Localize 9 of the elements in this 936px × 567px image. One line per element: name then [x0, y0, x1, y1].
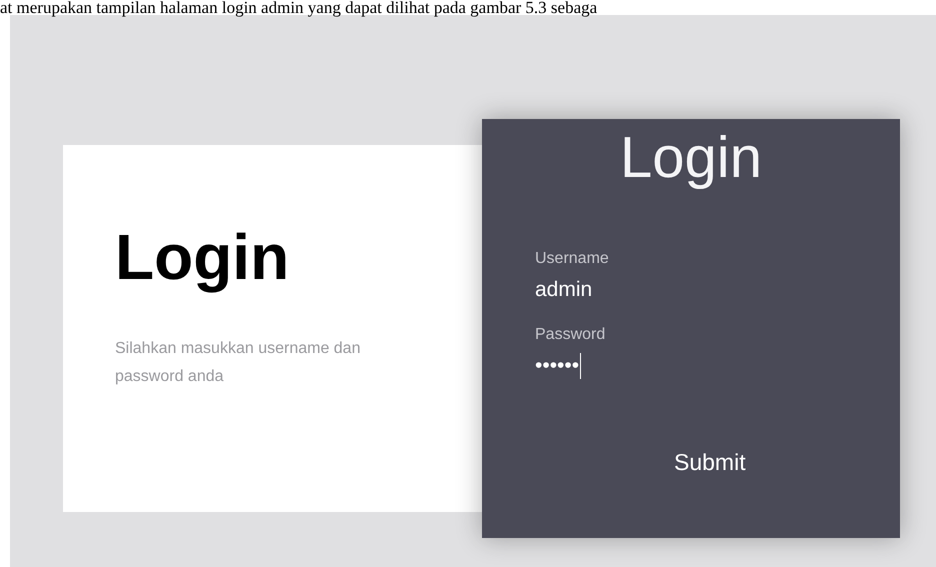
login-title: Login	[619, 125, 763, 191]
input-field[interactable]: ••••••	[535, 353, 582, 379]
intro-description: Silahkan masukkan username dan password anda	[115, 339, 362, 387]
intro-title: Login	[115, 220, 290, 295]
document-text: at merupakan tampilan halaman login admin yang dapat dilihat pada gambar 5.3 sebaga	[0, 0, 598, 15]
input-field[interactable]: admin	[535, 277, 592, 303]
field-label: Password	[535, 325, 606, 345]
field-label: Username	[535, 249, 609, 269]
submit-button[interactable]: Submit	[646, 445, 774, 480]
